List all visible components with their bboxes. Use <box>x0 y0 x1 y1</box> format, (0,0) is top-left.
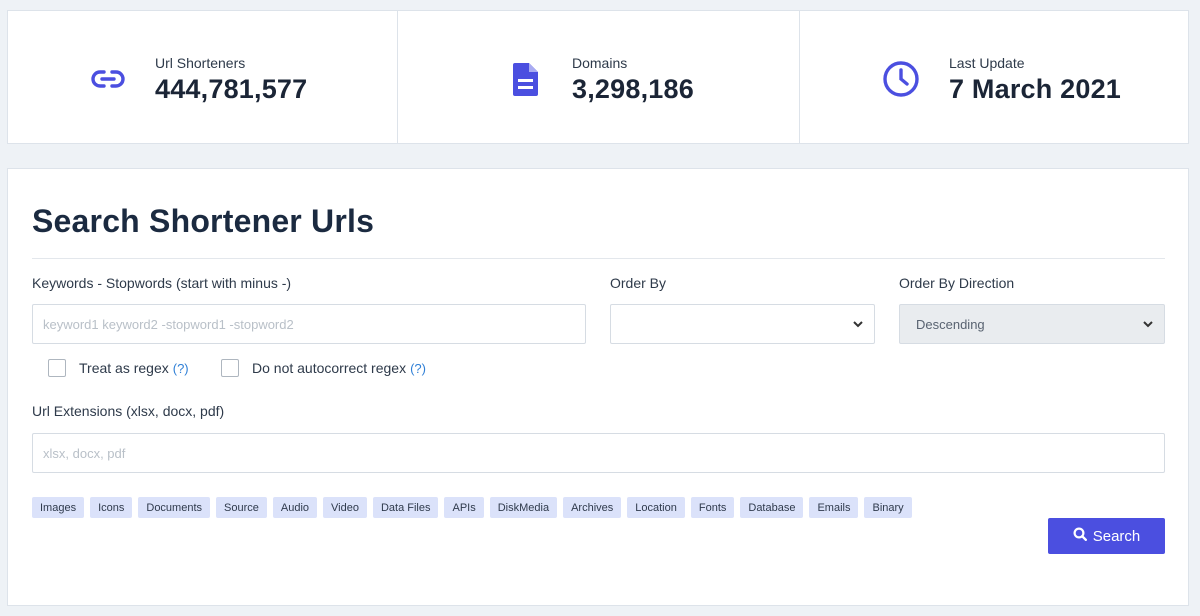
divider <box>32 258 1165 259</box>
tag-archives[interactable]: Archives <box>563 497 622 518</box>
order-dir-label: Order By Direction <box>899 275 1015 291</box>
page-title: Search Shortener Urls <box>32 203 375 239</box>
regex-checkbox[interactable] <box>48 359 66 377</box>
extension-tags: Images Icons Documents Source Audio Vide… <box>32 497 912 518</box>
stat-domains: Domains 3,298,186 <box>397 11 799 143</box>
chevron-down-icon <box>1142 318 1154 333</box>
extensions-label: Url Extensions (xlsx, docx, pdf) <box>32 403 225 419</box>
chevron-down-icon <box>852 318 864 333</box>
autocorrect-checkbox-row: Do not autocorrect regex (?) <box>221 359 426 377</box>
tag-fonts[interactable]: Fonts <box>690 497 735 518</box>
document-icon <box>506 59 546 99</box>
search-button-label: Search <box>1092 527 1141 545</box>
stat-url-shorteners: Url Shorteners 444,781,577 <box>8 11 397 143</box>
autocorrect-help-link[interactable]: (?) <box>410 361 426 376</box>
stat-value: 3,298,186 <box>572 74 694 104</box>
tag-images[interactable]: Images <box>32 497 85 518</box>
search-button[interactable]: Search <box>1048 518 1165 554</box>
link-icon <box>88 59 128 99</box>
tag-data-files[interactable]: Data Files <box>372 497 439 518</box>
tag-source[interactable]: Source <box>216 497 267 518</box>
tag-documents[interactable]: Documents <box>138 497 211 518</box>
tag-icons[interactable]: Icons <box>90 497 133 518</box>
stat-label: Url Shorteners <box>155 55 246 71</box>
search-icon <box>1073 527 1087 545</box>
stat-value: 444,781,577 <box>155 74 308 104</box>
stat-last-update: Last Update 7 March 2021 <box>799 11 1188 143</box>
clock-icon <box>881 59 921 99</box>
tag-database[interactable]: Database <box>740 497 804 518</box>
keywords-input[interactable] <box>32 304 586 344</box>
autocorrect-checkbox[interactable] <box>221 359 239 377</box>
tag-emails[interactable]: Emails <box>809 497 859 518</box>
tag-location[interactable]: Location <box>627 497 685 518</box>
regex-help-link[interactable]: (?) <box>173 361 189 376</box>
order-by-label: Order By <box>610 275 667 291</box>
stat-label: Last Update <box>949 55 1025 71</box>
search-card: Search Shortener Urls Keywords - Stopwor… <box>7 168 1189 606</box>
keywords-label: Keywords - Stopwords (start with minus -… <box>32 275 292 291</box>
regex-label: Treat as regex <box>79 360 169 376</box>
extensions-input[interactable] <box>32 433 1165 473</box>
regex-checkbox-row: Treat as regex (?) <box>48 359 189 377</box>
tag-diskmedia[interactable]: DiskMedia <box>489 497 558 518</box>
autocorrect-label: Do not autocorrect regex <box>252 360 407 376</box>
order-by-select[interactable] <box>610 304 875 344</box>
stat-label: Domains <box>572 55 628 71</box>
tag-audio[interactable]: Audio <box>272 497 318 518</box>
stat-value: 7 March 2021 <box>949 74 1122 104</box>
tag-video[interactable]: Video <box>323 497 367 518</box>
order-dir-select[interactable]: Descending <box>899 304 1165 344</box>
tag-apis[interactable]: APIs <box>444 497 484 518</box>
tag-binary[interactable]: Binary <box>864 497 912 518</box>
stats-panel: Url Shorteners 444,781,577 Domains 3,298… <box>7 10 1189 144</box>
order-dir-value: Descending <box>916 316 985 332</box>
